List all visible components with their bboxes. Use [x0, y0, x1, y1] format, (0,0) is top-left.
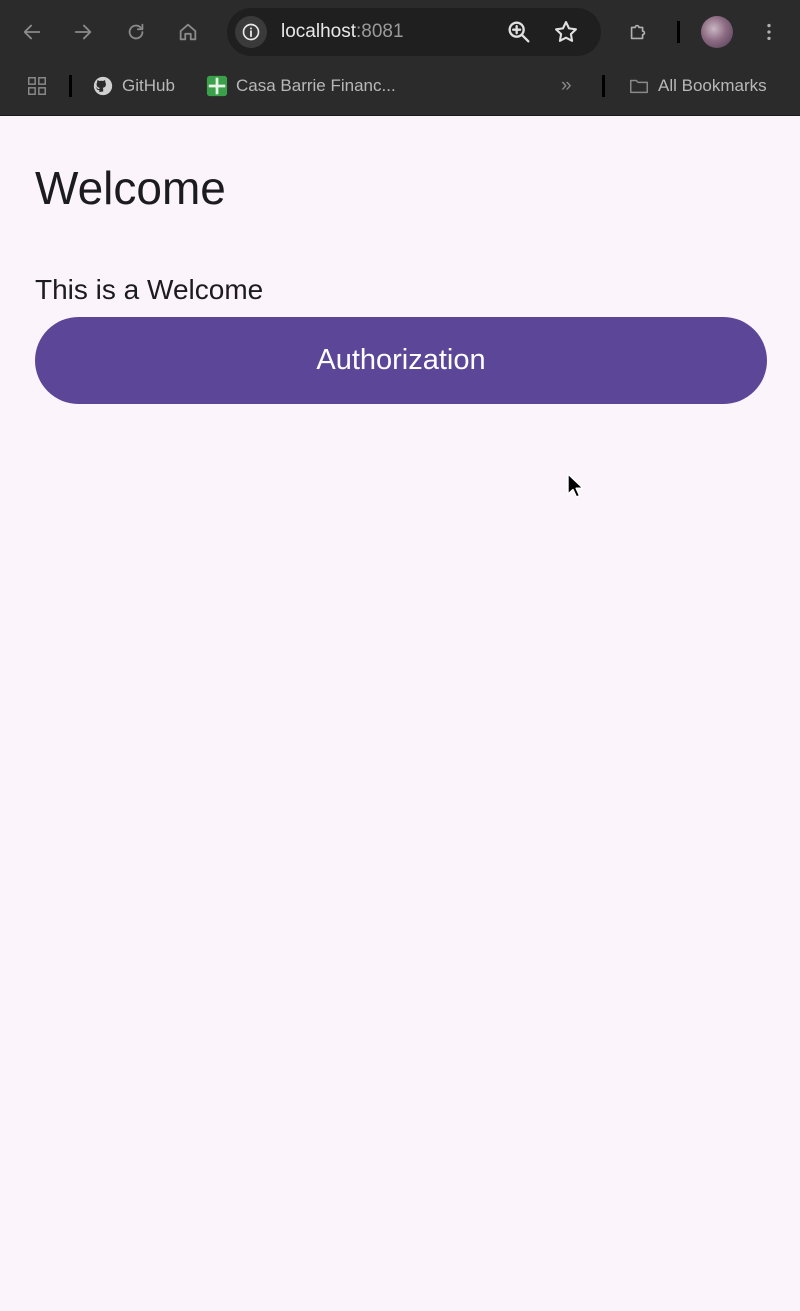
bookmark-label: Casa Barrie Financ... [236, 76, 396, 95]
url-port: :8081 [356, 21, 404, 42]
bookmarks-bar: GitHub Casa Barrie Financ... » All Bookm… [0, 66, 800, 106]
profile-avatar[interactable] [701, 16, 733, 48]
all-bookmarks-label: All Bookmarks [658, 76, 767, 95]
casa-barrie-favicon [206, 75, 228, 97]
address-bar[interactable]: localhost:8081 [227, 8, 601, 56]
puzzle-icon [630, 24, 646, 40]
forward-button[interactable] [65, 14, 101, 50]
browser-toolbar: localhost:8081 [0, 0, 800, 64]
page-content: Welcome This is a Welcome Authorization [0, 116, 800, 1311]
page-title: Welcome [35, 162, 226, 214]
bookmarks-divider [69, 75, 72, 97]
all-bookmarks-button[interactable]: All Bookmarks [628, 74, 767, 98]
reload-button[interactable] [118, 14, 154, 50]
bookmark-casa-barrie[interactable]: Casa Barrie Financ... [206, 74, 396, 98]
extensions-button[interactable] [620, 14, 656, 50]
bookmark-label: GitHub [122, 76, 175, 95]
browser-chrome: localhost:8081 GitHub Casa Barrie Financ… [0, 0, 800, 116]
menu-button[interactable] [751, 14, 787, 50]
github-icon [93, 76, 113, 96]
zoom-icon[interactable] [505, 18, 533, 46]
apps-grid-icon [28, 77, 46, 95]
more-vert-icon [767, 23, 771, 41]
bookmark-star-icon[interactable] [552, 18, 580, 46]
arrow-right-icon [74, 24, 92, 40]
bookmarks-divider [602, 75, 605, 97]
welcome-message: This is a Welcome [35, 274, 264, 305]
bookmarks-overflow-button[interactable]: » [561, 74, 572, 98]
authorization-button[interactable]: Authorization [35, 317, 767, 404]
info-icon [242, 23, 260, 41]
back-button[interactable] [14, 14, 50, 50]
folder-icon [630, 79, 648, 94]
arrow-left-icon [23, 24, 41, 40]
bookmark-github[interactable]: GitHub [92, 74, 175, 98]
chevron-double-right-icon: » [561, 75, 572, 96]
url-host: localhost [281, 21, 356, 42]
home-icon [179, 23, 197, 41]
url-text[interactable]: localhost:8081 [281, 20, 404, 44]
mouse-cursor-icon [567, 473, 584, 498]
reload-icon [128, 23, 144, 40]
apps-button[interactable] [26, 74, 56, 98]
site-info-button[interactable] [235, 16, 267, 48]
home-button[interactable] [170, 14, 206, 50]
toolbar-divider [677, 21, 680, 43]
